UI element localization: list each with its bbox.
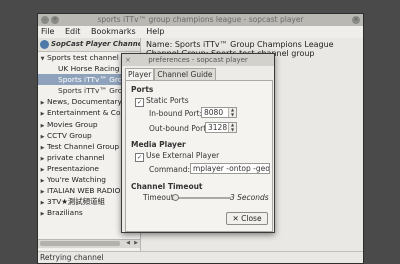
close-button-icon: ✕ xyxy=(232,214,239,223)
slider-knob[interactable] xyxy=(172,194,179,201)
spinner-arrows-icon[interactable]: ▲ ▼ xyxy=(228,107,236,117)
expanded-arrow-icon[interactable]: ▼ xyxy=(38,54,47,63)
collapsed-arrow-icon[interactable]: ▶ xyxy=(38,132,47,141)
outbound-port-label: Out-bound Port: xyxy=(149,124,209,133)
spinner-arrows-icon[interactable]: ▲ ▼ xyxy=(228,122,236,132)
collapsed-arrow-icon[interactable]: ▶ xyxy=(38,154,47,163)
collapsed-arrow-icon[interactable]: ▶ xyxy=(38,109,47,118)
menu-bar: File Edit Bookmarks Help xyxy=(38,26,363,38)
dialog-title-bar[interactable]: × preferences - sopcast player xyxy=(122,54,274,66)
outbound-port-spinner[interactable]: 3128 ▲ ▼ xyxy=(205,122,237,133)
timeout-slider[interactable] xyxy=(171,194,231,201)
menu-bookmarks[interactable]: Bookmarks xyxy=(91,27,136,36)
ports-heading: Ports xyxy=(131,85,154,94)
tab-player[interactable]: Player xyxy=(125,68,155,80)
outbound-port-value: 3128 xyxy=(208,123,228,132)
scrollbar-thumb[interactable] xyxy=(40,241,120,246)
player-tab-panel: Ports ✓ Static Ports In-bound Port: 8080 … xyxy=(125,80,273,232)
inbound-port-value: 8080 xyxy=(204,108,224,117)
collapsed-arrow-icon[interactable]: ▶ xyxy=(38,187,47,196)
external-player-checkbox[interactable]: ✓ Use External Player xyxy=(135,151,219,162)
inbound-port-label: In-bound Port: xyxy=(149,109,203,118)
dialog-close-icon[interactable]: × xyxy=(125,54,131,66)
preferences-dialog: × preferences - sopcast player Player Cha… xyxy=(121,53,275,233)
close-button[interactable]: ✕ Close xyxy=(226,212,268,225)
channel-name: Name: Sports iTTv™ Group Champions Leagu… xyxy=(146,40,334,49)
menu-edit[interactable]: Edit xyxy=(65,27,81,36)
command-input[interactable]: mplayer -ontop -geometry xyxy=(190,163,270,174)
collapsed-arrow-icon[interactable]: ▶ xyxy=(38,165,47,174)
menu-file[interactable]: File xyxy=(41,27,54,36)
timeout-value: 3 Seconds xyxy=(230,193,269,202)
scroll-left-icon[interactable]: ◀ xyxy=(126,240,130,246)
status-bar: Retrying channel xyxy=(38,251,363,263)
collapsed-arrow-icon[interactable]: ▶ xyxy=(38,198,47,207)
checkbox-checked-icon[interactable]: ✓ xyxy=(135,98,144,107)
collapsed-arrow-icon[interactable]: ▶ xyxy=(38,209,47,218)
sopcast-logo-icon xyxy=(40,39,49,49)
checkbox-checked-icon[interactable]: ✓ xyxy=(135,153,144,162)
tab-channel-guide[interactable]: Channel Guide xyxy=(154,68,216,80)
scroll-right-icon[interactable]: ▶ xyxy=(134,240,138,246)
minimize-icon[interactable]: – xyxy=(41,16,49,24)
dialog-title: preferences - sopcast player xyxy=(148,56,248,64)
title-bar[interactable]: – + × sports iTTv™ group champions leagu… xyxy=(38,14,363,26)
channel-guide-header: SopCast Player Channel Gu xyxy=(38,38,140,52)
tab-bar: Player Channel Guide xyxy=(122,68,274,80)
collapsed-arrow-icon[interactable]: ▶ xyxy=(38,98,47,107)
static-ports-checkbox[interactable]: ✓ Static Ports xyxy=(135,96,189,107)
channel-guide-title: SopCast Player Channel Gu xyxy=(51,40,140,48)
window-title: sports iTTv™ group champions league - so… xyxy=(97,15,304,24)
maximize-icon[interactable]: + xyxy=(51,16,59,24)
media-player-heading: Media Player xyxy=(131,140,186,149)
collapsed-arrow-icon[interactable]: ▶ xyxy=(38,143,47,152)
close-icon[interactable]: × xyxy=(352,16,360,24)
menu-help[interactable]: Help xyxy=(146,27,164,36)
channel-timeout-heading: Channel Timeout xyxy=(131,182,203,191)
inbound-port-spinner[interactable]: 8080 ▲ ▼ xyxy=(201,107,237,118)
horizontal-scrollbar[interactable]: ◀ ▶ xyxy=(38,239,140,248)
collapsed-arrow-icon[interactable]: ▶ xyxy=(38,121,47,130)
command-label: Command: xyxy=(149,165,191,174)
timeout-label: Timeout xyxy=(143,193,174,202)
collapsed-arrow-icon[interactable]: ▶ xyxy=(38,176,47,185)
